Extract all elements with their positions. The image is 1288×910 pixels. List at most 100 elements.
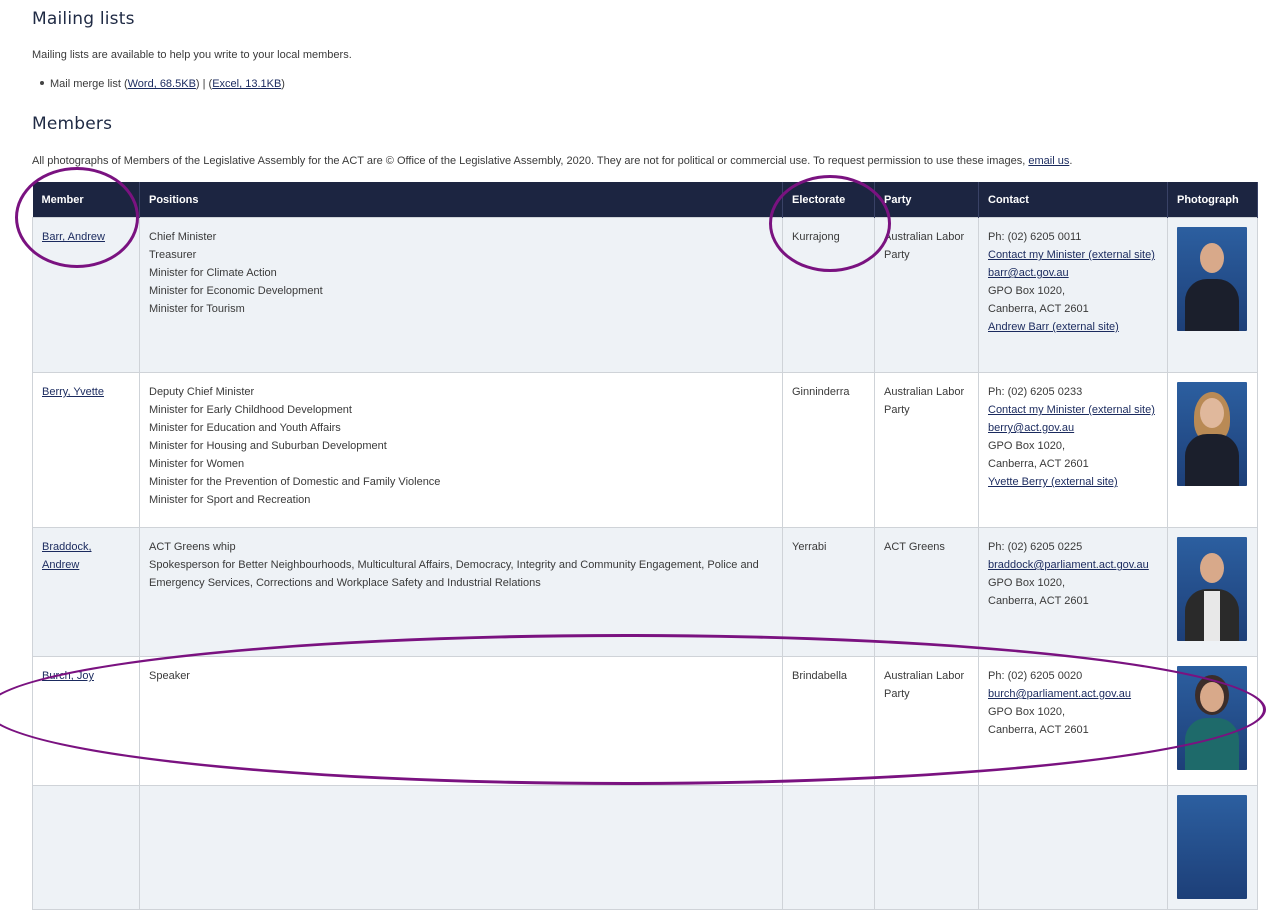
header-party: Party [874,182,979,218]
table-row: Berry, Yvette Deputy Chief Minister Mini… [32,372,1258,528]
party-cell: Australian Labor Party [874,372,979,528]
table-row: Burch, Joy Speaker Brindabella Australia… [32,656,1258,786]
party-cell: Australian Labor Party [874,656,979,786]
contact-city: Canberra, ACT 2601 [988,458,1089,470]
position-item: ACT Greens whip [149,541,236,553]
member-cell: Braddock, Andrew [32,527,140,657]
positions-cell: Deputy Chief Minister Minister for Early… [139,372,783,528]
party-cell: Australian Labor Party [874,217,979,373]
contact-city: Canberra, ACT 2601 [988,724,1089,736]
member-external-site-link[interactable]: Andrew Barr (external site) [988,318,1158,336]
position-item: Spokesperson for Better Neighbourhoods, … [149,559,759,589]
position-item: Minister for Women [149,458,245,470]
member-cell [32,785,140,910]
member-photo [1177,227,1247,331]
electorate-cell: Kurrajong [782,217,875,373]
position-item: Minister for Early Childhood Development [149,404,352,416]
contact-email-link[interactable]: braddock@parliament.act.gov.au [988,556,1158,574]
member-photo [1177,795,1247,899]
positions-cell [139,785,783,910]
contact-email-link[interactable]: berry@act.gov.au [988,419,1158,437]
contact-city: Canberra, ACT 2601 [988,303,1089,315]
photo-cell [1167,785,1258,910]
contact-phone: Ph: (02) 6205 0233 [988,386,1083,398]
member-cell: Burch, Joy [32,656,140,786]
position-item: Minister for Housing and Suburban Develo… [149,440,387,452]
bullet-icon [40,81,44,86]
position-item: Minister for Economic Development [149,285,323,297]
member-link-braddock[interactable]: Braddock, Andrew [42,538,130,574]
photo-cell [1167,656,1258,786]
contact-city: Canberra, ACT 2601 [988,595,1089,607]
table-row: Braddock, Andrew ACT Greens whip Spokesp… [32,527,1258,657]
electorate-cell [782,785,875,910]
photo-cell [1167,527,1258,657]
member-link-burch[interactable]: Burch, Joy [42,670,94,682]
position-item: Treasurer [149,249,197,261]
contact-cell: Ph: (02) 6205 0011 Contact my Minister (… [978,217,1168,373]
position-item: Minister for Tourism [149,303,245,315]
header-photograph: Photograph [1167,182,1258,218]
member-cell: Barr, Andrew [32,217,140,373]
members-heading: Members [32,114,113,134]
mail-merge-prefix: Mail merge list ( [50,78,128,90]
members-table: Member Positions Electorate Party Contac… [32,182,1258,910]
member-link-barr[interactable]: Barr, Andrew [42,231,105,243]
header-member: Member [32,182,140,218]
member-photo [1177,382,1247,486]
position-item: Speaker [149,670,190,682]
contact-minister-link[interactable]: Contact my Minister (external site) [988,401,1158,419]
electorate-cell: Yerrabi [782,527,875,657]
email-us-link[interactable]: email us [1028,155,1069,167]
contact-email-link[interactable]: burch@parliament.act.gov.au [988,685,1158,703]
contact-po-box: GPO Box 1020, [988,706,1066,718]
header-positions: Positions [139,182,783,218]
copyright-end: . [1069,155,1073,167]
contact-cell: Ph: (02) 6205 0233 Contact my Minister (… [978,372,1168,528]
contact-po-box: GPO Box 1020, [988,440,1066,452]
contact-po-box: GPO Box 1020, [988,577,1066,589]
mail-merge-suffix: ) [281,78,285,90]
position-item: Minister for Sport and Recreation [149,494,311,506]
contact-minister-link[interactable]: Contact my Minister (external site) [988,246,1158,264]
contact-po-box: GPO Box 1020, [988,285,1066,297]
contact-cell: Ph: (02) 6205 0020 burch@parliament.act.… [978,656,1168,786]
mailing-lists-heading: Mailing lists [32,9,135,29]
copyright-text: All photographs of Members of the Legisl… [32,155,1029,167]
party-cell: ACT Greens [874,527,979,657]
member-link-berry[interactable]: Berry, Yvette [42,386,104,398]
photo-cell [1167,217,1258,373]
table-header-row: Member Positions Electorate Party Contac… [32,182,1258,218]
electorate-cell: Brindabella [782,656,875,786]
photo-copyright-note: All photographs of Members of the Legisl… [32,155,1072,167]
position-item: Minister for the Prevention of Domestic … [149,476,441,488]
mailing-lists-intro: Mailing lists are available to help you … [32,49,352,61]
contact-phone: Ph: (02) 6205 0020 [988,670,1083,682]
positions-cell: Speaker [139,656,783,786]
electorate-cell: Ginninderra [782,372,875,528]
position-item: Deputy Chief Minister [149,386,255,398]
table-row: Barr, Andrew Chief Minister Treasurer Mi… [32,217,1258,373]
positions-cell: ACT Greens whip Spokesperson for Better … [139,527,783,657]
contact-email-link[interactable]: barr@act.gov.au [988,264,1158,282]
mail-merge-separator: ) | ( [195,78,213,90]
position-item: Minister for Education and Youth Affairs [149,422,341,434]
party-cell [874,785,979,910]
member-photo [1177,666,1247,770]
contact-phone: Ph: (02) 6205 0011 [988,231,1082,243]
excel-download-link[interactable]: Excel, 13.1KB [212,78,281,90]
header-electorate: Electorate [782,182,875,218]
contact-cell: Ph: (02) 6205 0225 braddock@parliament.a… [978,527,1168,657]
table-row [32,785,1258,910]
mail-merge-list-item: Mail merge list (Word, 68.5KB) | (Excel,… [40,78,285,90]
header-contact: Contact [978,182,1168,218]
positions-cell: Chief Minister Treasurer Minister for Cl… [139,217,783,373]
position-item: Minister for Climate Action [149,267,277,279]
position-item: Chief Minister [149,231,217,243]
member-external-site-link[interactable]: Yvette Berry (external site) [988,473,1158,491]
member-cell: Berry, Yvette [32,372,140,528]
photo-cell [1167,372,1258,528]
contact-cell [978,785,1168,910]
word-download-link[interactable]: Word, 68.5KB [128,78,196,90]
contact-phone: Ph: (02) 6205 0225 [988,541,1083,553]
